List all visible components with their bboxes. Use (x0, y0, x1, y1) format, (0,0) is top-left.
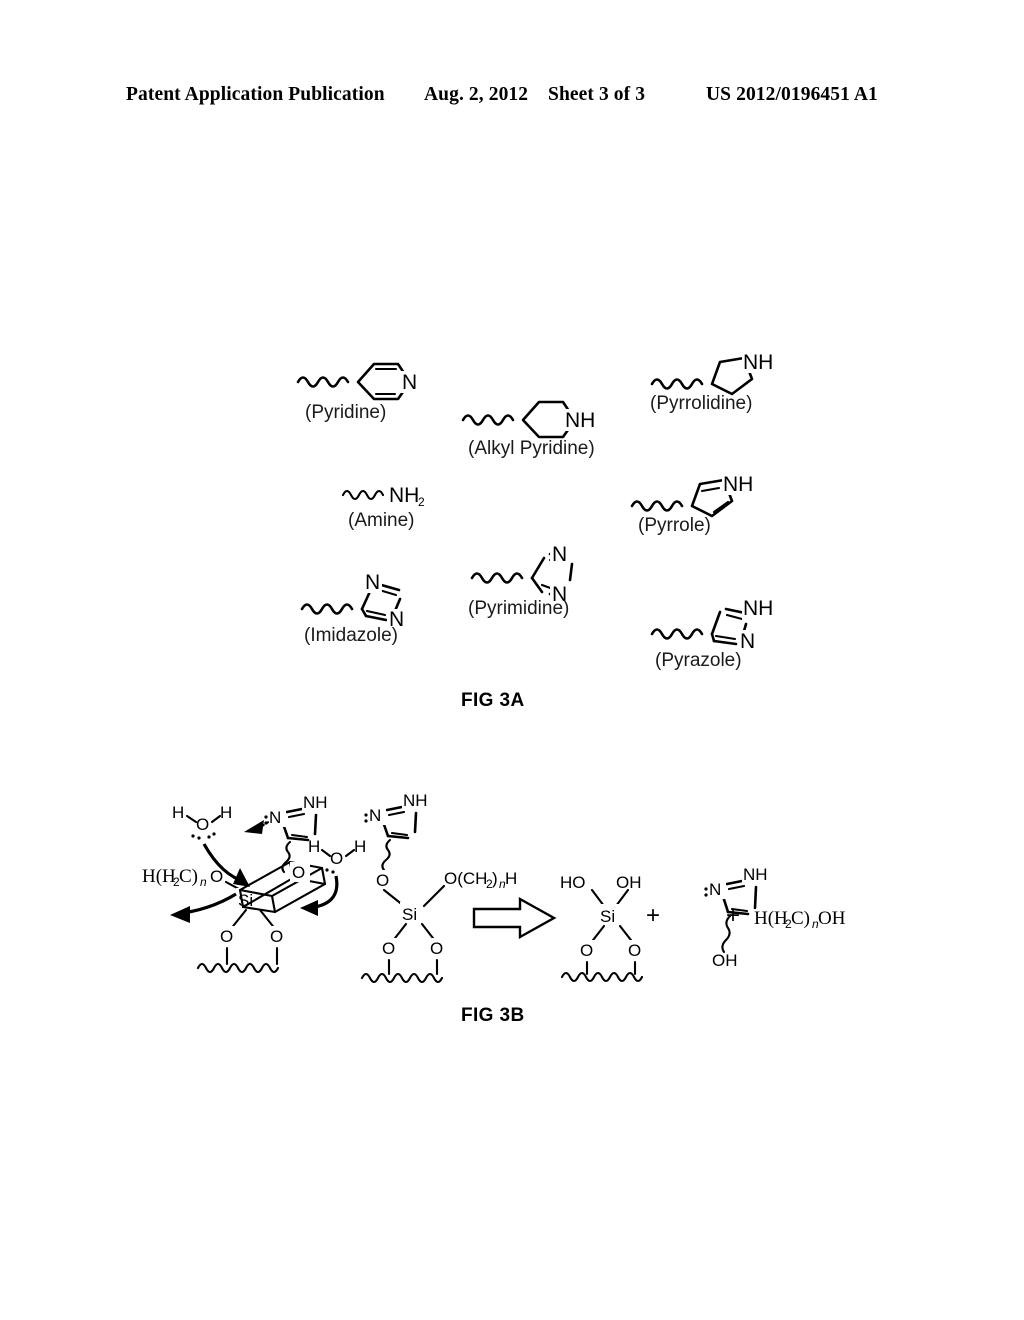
plus-sign-1: + (644, 900, 668, 930)
silicon-label: Si (402, 905, 417, 924)
caption-pyrrolidine: (Pyrrolidine) (650, 393, 753, 414)
atom-label-nh: NH (303, 793, 328, 812)
plus-label: + (726, 902, 740, 929)
oxygen-surface-right: O (430, 939, 443, 958)
caption-pyrazole: (Pyrazole) (655, 650, 742, 671)
plus-sign-2: + (724, 900, 748, 930)
hydroxyl-label: OH (712, 951, 738, 970)
oxygen-apical: O (292, 863, 305, 882)
oxygen-surface-right: O (628, 941, 641, 960)
atom-label-nh: NH (743, 597, 773, 620)
alkoxy-sub-n: n (200, 875, 207, 889)
atom-label-n: N (740, 630, 755, 653)
plus-label: + (646, 902, 660, 929)
atom-label-n: N (365, 571, 380, 594)
reactant-right-alkoxysilane: N NH O Si O(CH 2 ) n H O O (340, 790, 540, 984)
alkoxy-o: O (210, 867, 223, 886)
alkoxy-label-mid: C) (179, 866, 198, 887)
alkoxy-label-main: H(H (142, 866, 176, 887)
alcohol-mid: C) (791, 908, 810, 929)
silicon-label: Si (600, 907, 615, 926)
header-sheet-number: Sheet 3 of 3 (548, 84, 646, 105)
hydroxyl-left: HO (560, 873, 586, 892)
atom-label-n: N (709, 880, 721, 899)
caption-imidazole: (Imidazole) (304, 625, 398, 646)
figure-3b: N NH H O H H(H 2 C) n O Si O O O H O H N… (0, 790, 1024, 1040)
alkoxy-o-label: O(CH (444, 869, 487, 888)
oxygen-surface-right: O (270, 927, 283, 946)
hydroxyl-right: OH (616, 873, 642, 892)
oxygen-surface-left: O (220, 927, 233, 946)
caption-pyrimidine: (Pyrimidine) (468, 598, 570, 619)
oxygen-surface-left: O (580, 941, 593, 960)
caption-amine: (Amine) (348, 510, 415, 531)
product-silanol: HO OH Si O O (558, 858, 688, 983)
water2-h-left: H (308, 837, 320, 856)
caption-pyrrole: (Pyrrole) (638, 515, 711, 536)
figure-label-3a: FIG 3A (461, 690, 525, 711)
oxygen-surface-left: O (382, 939, 395, 958)
atom-label-n: N (402, 371, 417, 394)
atom-label-n: N (552, 543, 567, 566)
atom-label-n: N (369, 806, 381, 825)
atom-label-nh: NH (743, 865, 768, 884)
oxygen-ester: O (376, 871, 389, 890)
atom-label-nh2-subscript: 2 (418, 495, 425, 509)
atom-label-nh: NH (743, 351, 773, 374)
atom-label-nh: NH (723, 473, 753, 496)
header-patent-number: US 2012/0196451 A1 (706, 84, 878, 105)
water-h-left: H (172, 803, 184, 822)
product-alcohol: H(H 2 C) n OH (752, 902, 892, 936)
header-publication-title: Patent Application Publication (126, 84, 385, 105)
figure-3a: N (Pyridine) NH (Alkyl Pyridine) NH (Pyr… (0, 330, 1024, 720)
alkoxy-close-paren: ) (492, 869, 498, 888)
atom-label-nh2: NH (389, 484, 419, 507)
alcohol-tail: OH (818, 908, 846, 929)
atom-label-nh: NH (565, 409, 595, 432)
atom-label-nh: NH (403, 791, 428, 810)
reaction-arrow (472, 895, 558, 941)
water-h-right: H (220, 803, 232, 822)
water-o: O (196, 815, 209, 834)
page-header: Patent Application Publication Aug. 2, 2… (0, 84, 1024, 114)
structure-amine: NH 2 (341, 475, 451, 515)
alkoxy-h: H (505, 869, 517, 888)
header-date: Aug. 2, 2012 (424, 84, 529, 105)
figure-label-3b: FIG 3B (461, 1005, 525, 1026)
caption-pyridine: (Pyridine) (305, 402, 387, 423)
atom-label-n: N (269, 808, 281, 827)
alcohol-main: H(H (754, 908, 788, 929)
caption-alkyl-pyridine: (Alkyl Pyridine) (468, 438, 595, 459)
